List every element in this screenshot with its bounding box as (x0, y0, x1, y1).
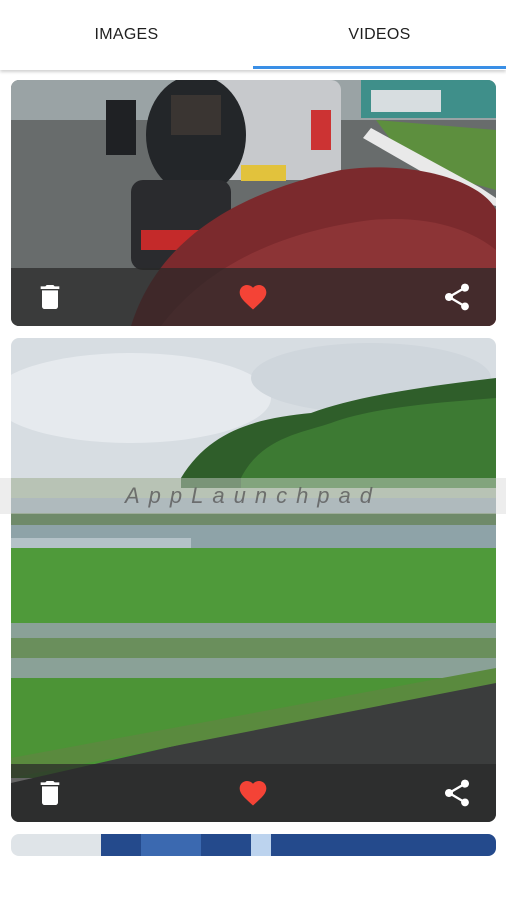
action-bar (11, 764, 496, 822)
delete-icon[interactable] (34, 777, 66, 809)
tab-bar: IMAGES VIDEOS (0, 0, 506, 70)
tab-videos[interactable]: VIDEOS (253, 0, 506, 70)
delete-icon[interactable] (34, 281, 66, 313)
share-icon[interactable] (441, 777, 473, 809)
video-thumbnail (11, 338, 496, 822)
video-card[interactable] (11, 834, 496, 856)
video-thumbnail (11, 834, 496, 856)
video-card[interactable] (11, 338, 496, 822)
video-card[interactable] (11, 80, 496, 326)
share-icon[interactable] (441, 281, 473, 313)
tab-selected-indicator (253, 66, 506, 69)
heart-icon[interactable] (237, 777, 269, 809)
tab-images[interactable]: IMAGES (0, 0, 253, 70)
heart-icon[interactable] (237, 281, 269, 313)
watermark: AppLaunchpad (0, 478, 506, 514)
action-bar (11, 268, 496, 326)
